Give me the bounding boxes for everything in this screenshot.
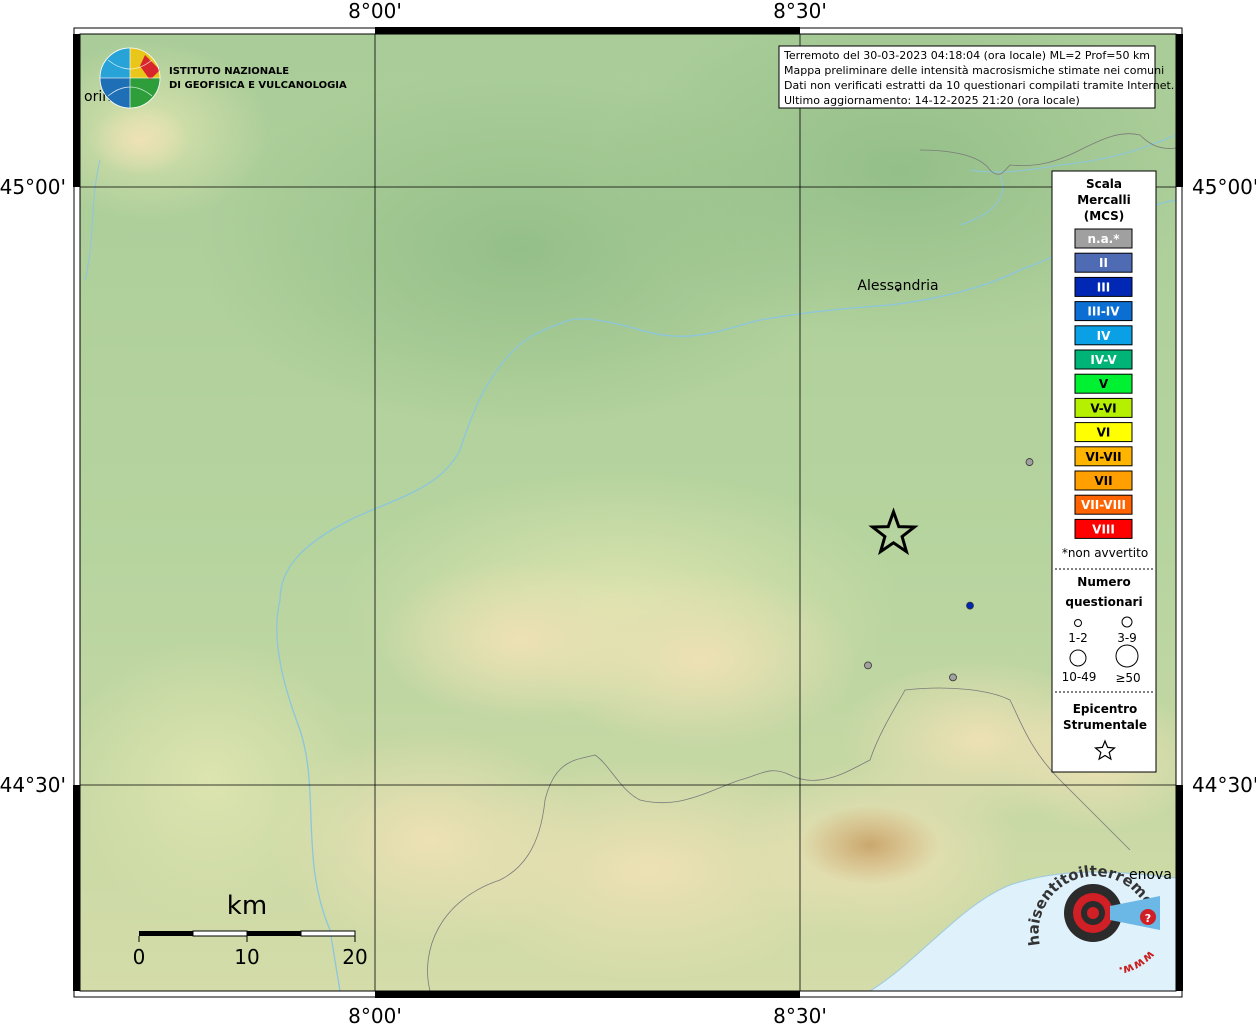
legend: Scala Mercalli (MCS) n.a.*IIIIIIII-IVIVI… [1051,170,1157,773]
legend-swatch-label: n.a.* [1087,232,1120,246]
observation-dot-2 [864,661,872,670]
legend-swatch-label: V-VI [1090,401,1116,415]
legend-swatch-label: VIII [1092,522,1115,536]
lat-label-left-1: 45°00' [0,175,66,199]
intensity-map: 8°00' 8°30' 8°00' 8°30' 45°00' 44°30' 45… [0,0,1256,1024]
lat-label-left-2: 44°30' [0,773,66,797]
header-line-4: Ultimo aggiornamento: 14-12-2025 21:20 (… [784,94,1080,107]
legend-swatch-label: III [1097,280,1110,294]
legend-epicenter-title-1: Epicentro [1073,702,1138,716]
lon-label-bottom-1: 8°00' [348,1004,402,1024]
legend-questionnaires-title-2: questionari [1065,595,1142,609]
observation-dot-3 [949,673,957,682]
legend-epicenter-title-2: Strumentale [1063,718,1147,732]
scale-tick-20: 20 [342,945,367,969]
lon-label-top-2: 8°30' [773,0,827,23]
legend-na-note: *non avvertito [1062,546,1148,560]
legend-title-2: Mercalli [1077,193,1131,207]
terrain-background [80,34,1176,991]
legend-swatch-label: VII-VIII [1081,498,1126,512]
city-alessandria: Alessandria [857,278,938,294]
scale-tick-0: 0 [133,945,146,969]
ingv-logo-line2: DI GEOFISICA E VULCANOLOGIA [169,80,347,91]
lon-label-bottom-2: 8°30' [773,1004,827,1024]
scale-bar-unit: km [227,891,267,921]
legend-swatch-label: V [1099,377,1109,391]
header-line-2: Mappa preliminare delle intensità macros… [784,64,1164,77]
legend-title-1: Scala [1086,177,1122,191]
legend-swatch-label: VI-VII [1085,450,1121,464]
header-line-1: Terremoto del 30-03-2023 04:18:04 (ora l… [783,49,1150,62]
legend-title-3: (MCS) [1084,209,1125,223]
size-label-10-49: 10-49 [1062,670,1097,684]
size-label-1-2: 1-2 [1068,631,1088,645]
legend-swatch-label: IV [1097,329,1111,343]
header-line-3: Dati non verificati estratti da 10 quest… [784,79,1174,92]
lon-label-top-1: 8°00' [348,0,402,23]
legend-questionnaires-title-1: Numero [1077,575,1130,589]
observation-dot-4 [1025,458,1034,466]
ingv-logo-line1: ISTITUTO NAZIONALE [169,66,289,77]
size-label-50: ≥50 [1115,671,1140,685]
size-label-3-9: 3-9 [1117,631,1137,645]
lat-label-right-2: 44°30' [1192,773,1256,797]
svg-text:?: ? [1145,912,1151,925]
header-info-box: Terremoto del 30-03-2023 04:18:04 (ora l… [778,45,1174,109]
legend-swatch-label: VI [1097,426,1111,440]
legend-swatch-label: VII [1094,474,1112,488]
observation-dot-1 [966,601,974,610]
lat-label-right-1: 45°00' [1192,175,1256,199]
legend-swatch-label: II [1099,256,1108,270]
scale-tick-10: 10 [234,945,259,969]
legend-swatch-label: IV-V [1090,353,1117,367]
legend-swatch-label: III-IV [1087,305,1120,319]
